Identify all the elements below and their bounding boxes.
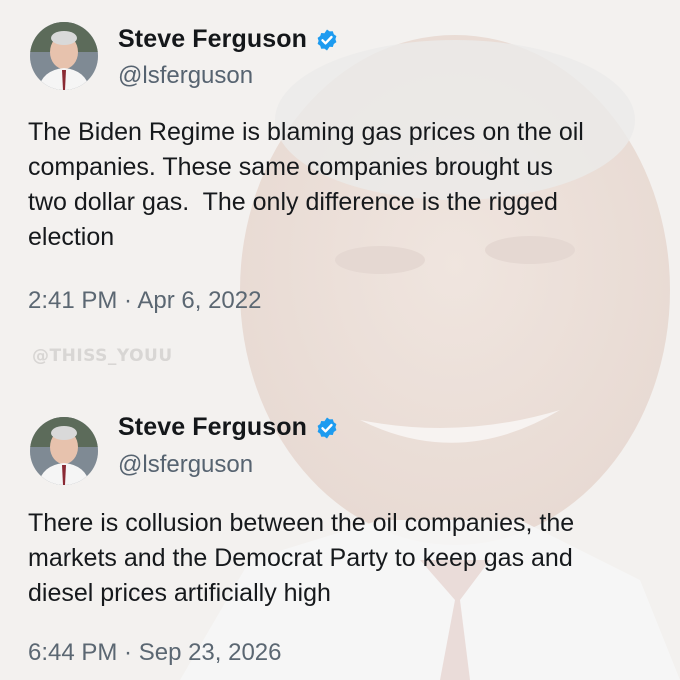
- tweet-text: There is collusion between the oil compa…: [28, 509, 575, 607]
- user-handle[interactable]: @lsferguson: [118, 451, 253, 479]
- watermark: @THISS_YOUU: [32, 346, 173, 366]
- profile-photo: [30, 417, 98, 485]
- tweet-timestamp[interactable]: 6:44 PM · Sep 23, 2026: [28, 639, 282, 667]
- verified-badge-icon: [317, 29, 337, 50]
- display-name[interactable]: Steve Ferguson: [118, 25, 307, 54]
- tweet-timestamp[interactable]: 2:41 PM · Apr 6, 2022: [28, 287, 261, 315]
- tweet-text: The Biden Regime is blaming gas prices o…: [28, 118, 584, 251]
- avatar[interactable]: [30, 22, 98, 90]
- avatar[interactable]: [30, 417, 98, 485]
- user-handle[interactable]: @lsferguson: [118, 62, 253, 90]
- display-name[interactable]: Steve Ferguson: [118, 413, 307, 442]
- verified-badge-icon: [317, 417, 337, 438]
- profile-photo: [30, 22, 98, 90]
